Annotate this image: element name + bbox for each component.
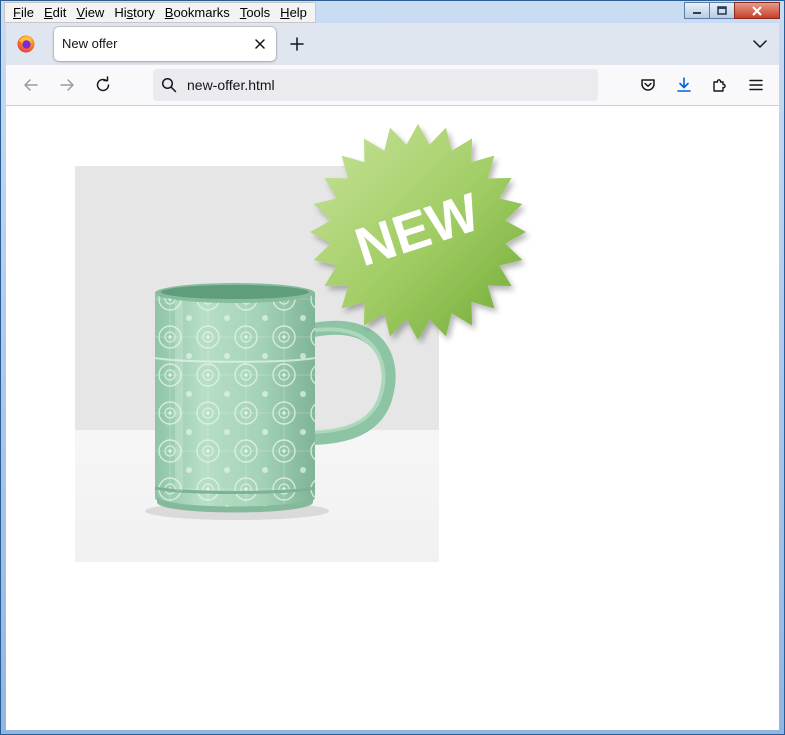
title-bar: File Edit View History Bookmarks Tools H…	[1, 1, 784, 23]
reload-button[interactable]	[92, 74, 114, 96]
back-button[interactable]	[20, 74, 42, 96]
menu-view[interactable]: View	[71, 4, 109, 21]
menu-tools[interactable]: Tools	[235, 4, 275, 21]
menu-help[interactable]: Help	[275, 4, 312, 21]
menu-bookmarks-label: ookmarks	[173, 5, 230, 20]
tab-strip: New offer	[6, 23, 779, 65]
tab-title: New offer	[62, 36, 118, 51]
downloads-button[interactable]	[673, 74, 695, 96]
menu-edit[interactable]: Edit	[39, 4, 71, 21]
pocket-button[interactable]	[637, 74, 659, 96]
browser-window: File Edit View History Bookmarks Tools H…	[0, 0, 785, 735]
menu-history-prefix: Hi	[114, 5, 127, 20]
pocket-icon	[641, 79, 655, 91]
menu-file-mnemonic: F	[13, 5, 21, 20]
tab-new-offer[interactable]: New offer	[54, 27, 276, 61]
forward-button[interactable]	[56, 74, 78, 96]
close-window-button[interactable]	[734, 2, 780, 19]
minimize-button[interactable]	[684, 2, 710, 19]
menu-bar: File Edit View History Bookmarks Tools H…	[4, 2, 316, 23]
close-tab-icon[interactable]	[252, 36, 268, 52]
menu-view-mnemonic: V	[76, 5, 85, 20]
menu-edit-label: dit	[52, 5, 67, 20]
arrow-left-icon	[24, 79, 38, 91]
navigation-toolbar: new-offer.html	[6, 65, 779, 106]
firefox-icon[interactable]	[16, 34, 36, 54]
menu-edit-mnemonic: E	[43, 5, 53, 20]
new-tab-icon[interactable]	[286, 33, 308, 55]
maximize-button[interactable]	[709, 2, 735, 19]
menu-view-label: iew	[84, 5, 105, 20]
chevron-down-icon[interactable]	[749, 34, 771, 54]
menu-history-label: tory	[133, 5, 155, 20]
close-icon	[752, 5, 762, 16]
menu-help-label: elp	[289, 5, 307, 20]
download-icon	[677, 77, 691, 92]
menu-help-mnemonic: H	[280, 5, 290, 20]
menu-file[interactable]: File	[8, 4, 39, 21]
maximize-icon	[717, 6, 727, 15]
hamburger-menu-icon	[749, 79, 763, 91]
menu-history[interactable]: History	[109, 4, 159, 21]
minimize-icon	[693, 11, 701, 14]
menu-file-label: ile	[20, 5, 34, 20]
new-starburst-badge: NEW	[310, 124, 526, 340]
app-menu-button[interactable]	[745, 74, 767, 96]
search-icon	[161, 77, 177, 93]
menu-bookmarks[interactable]: Bookmarks	[160, 4, 235, 21]
address-bar[interactable]: new-offer.html	[153, 69, 598, 101]
window-controls	[684, 2, 780, 19]
url-text: new-offer.html	[187, 77, 275, 93]
extensions-button[interactable]	[709, 74, 731, 96]
reload-icon	[96, 76, 110, 92]
page-content: NEW	[6, 106, 779, 730]
menu-tools-label: ools	[246, 5, 271, 20]
arrow-right-icon	[60, 79, 74, 91]
puzzle-icon	[713, 79, 726, 92]
